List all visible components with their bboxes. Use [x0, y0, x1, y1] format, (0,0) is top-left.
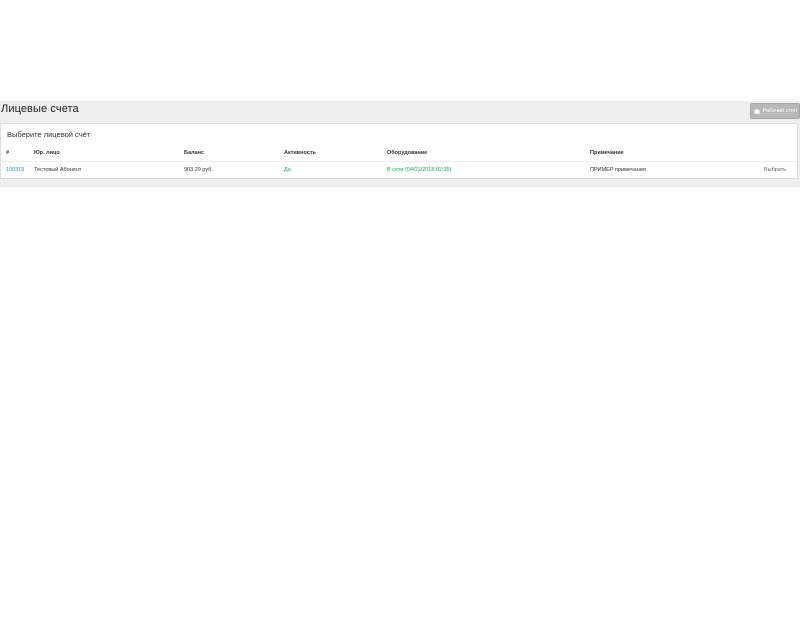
accounts-panel: Выберите лицевой счёт # Юр. лицо Баланс … — [0, 123, 798, 179]
balance-cell: 903.29 руб. — [184, 167, 213, 173]
account-id-link[interactable]: 100319 — [6, 167, 24, 173]
activity-cell: Да — [284, 167, 291, 173]
briefcase-icon — [754, 108, 761, 114]
select-button[interactable]: Выбрать — [764, 167, 786, 173]
equipment-cell: В сети (04/01/2018 02:35) — [387, 167, 452, 173]
panel-heading: Выберите лицевой счёт — [7, 130, 91, 139]
desktop-button-label: Рабочий стол — [762, 108, 797, 114]
col-header-balance: Баланс — [184, 150, 204, 156]
col-header-entity: Юр. лицо — [34, 150, 60, 156]
col-header-activity: Активность — [284, 150, 316, 156]
col-header-number: # — [6, 150, 10, 156]
col-header-note: Примечание — [590, 150, 624, 156]
desktop-button[interactable]: Рабочий стол — [750, 103, 800, 119]
col-header-equipment: Оборудование — [387, 150, 428, 156]
note-cell: ПРИМЕР примечания — [590, 167, 646, 173]
entity-cell: Тестовый Абонент — [34, 167, 82, 173]
row-divider — [2, 161, 796, 162]
page: Лицевые счета Рабочий стол Выберите лице… — [0, 0, 800, 640]
page-title: Лицевые счета — [1, 103, 79, 115]
